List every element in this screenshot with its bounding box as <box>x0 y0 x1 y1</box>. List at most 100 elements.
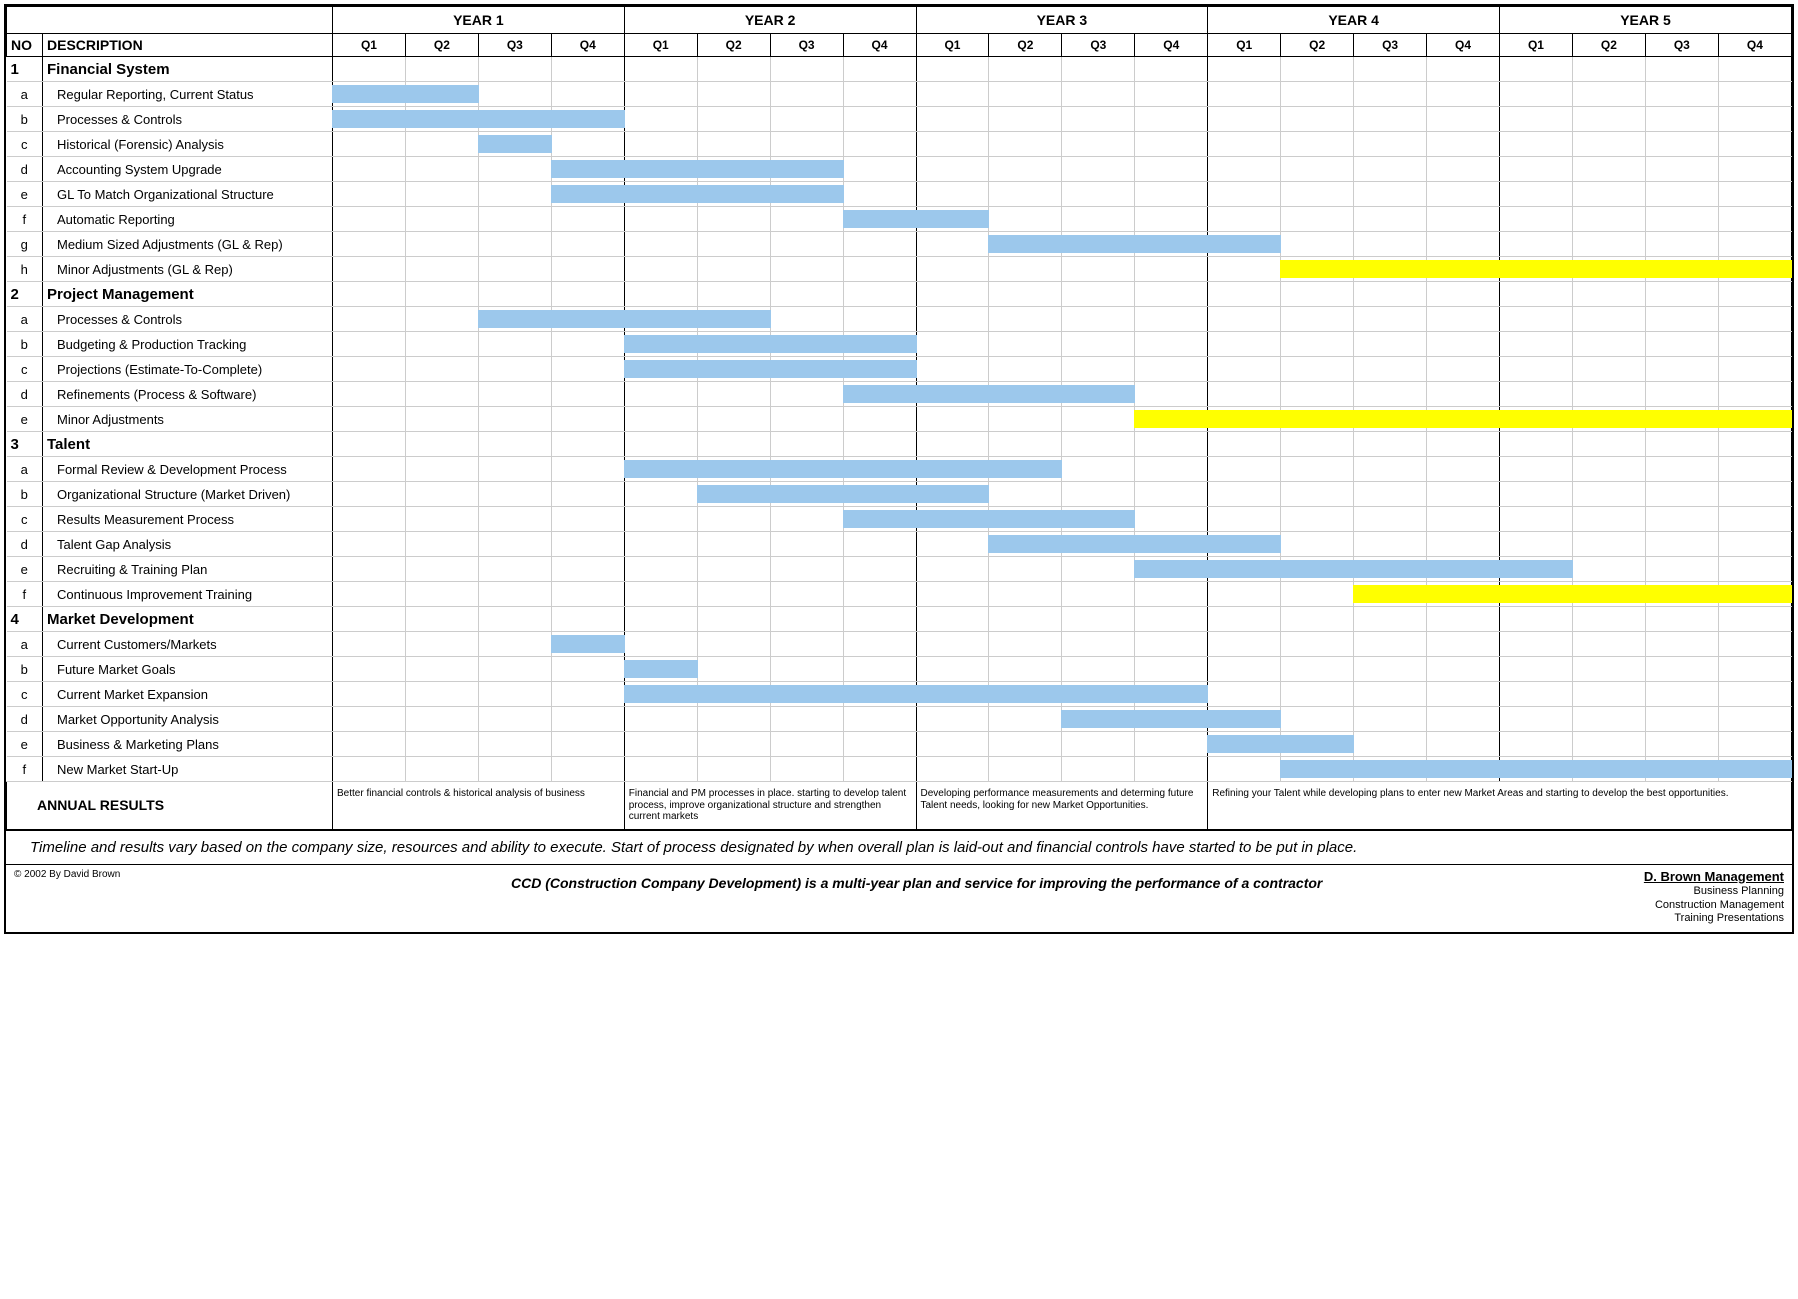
gantt-cell <box>478 357 551 382</box>
gantt-cell <box>989 732 1062 757</box>
gantt-bar <box>1718 585 1792 603</box>
gantt-cell <box>1281 132 1354 157</box>
gantt-cell <box>843 57 916 82</box>
gantt-cell <box>624 532 697 557</box>
gantt-cell <box>624 257 697 282</box>
gantt-cell <box>1645 282 1718 307</box>
task-desc: Minor Adjustments <box>43 407 333 432</box>
gantt-cell <box>551 132 624 157</box>
gantt-cell <box>770 507 843 532</box>
gantt-cell <box>989 57 1062 82</box>
gantt-cell <box>1645 457 1718 482</box>
gantt-cell <box>697 532 770 557</box>
gantt-cell <box>551 307 624 332</box>
gantt-cell <box>624 507 697 532</box>
group-title: Market Development <box>43 607 333 632</box>
gantt-cell <box>551 407 624 432</box>
gantt-cell <box>1135 657 1208 682</box>
gantt-cell <box>916 207 989 232</box>
gantt-cell <box>1135 107 1208 132</box>
gantt-cell <box>1572 232 1645 257</box>
gantt-cell <box>916 282 989 307</box>
task-no: c <box>7 132 43 157</box>
gantt-cell <box>770 482 843 507</box>
gantt-cell <box>843 607 916 632</box>
gantt-cell <box>478 482 551 507</box>
header-q: Q3 <box>1354 34 1427 57</box>
gantt-cell <box>1354 507 1427 532</box>
gantt-bar <box>1499 260 1573 278</box>
gantt-bar <box>1061 510 1135 528</box>
gantt-cell <box>1718 732 1791 757</box>
gantt-cell <box>770 157 843 182</box>
gantt-cell <box>1572 432 1645 457</box>
gantt-cell <box>1645 432 1718 457</box>
gantt-bar <box>697 185 771 203</box>
gantt-cell <box>697 657 770 682</box>
gantt-cell <box>843 632 916 657</box>
gantt-cell <box>1427 382 1500 407</box>
gantt-cell <box>770 82 843 107</box>
gantt-cell <box>1427 207 1500 232</box>
gantt-cell <box>1281 682 1354 707</box>
task-desc: Budgeting & Production Tracking <box>43 332 333 357</box>
gantt-cell <box>1718 432 1791 457</box>
gantt-bar <box>697 335 771 353</box>
gantt-cell <box>989 757 1062 782</box>
gantt-cell <box>1427 132 1500 157</box>
gantt-cell <box>551 232 624 257</box>
gantt-cell <box>1718 107 1791 132</box>
gantt-cell <box>1354 757 1427 782</box>
header-q: Q2 <box>405 34 478 57</box>
gantt-cell <box>551 207 624 232</box>
gantt-cell <box>697 382 770 407</box>
gantt-cell <box>1500 382 1573 407</box>
gantt-bar <box>697 160 771 178</box>
gantt-cell <box>1718 457 1791 482</box>
footnote: Timeline and results vary based on the c… <box>6 830 1792 864</box>
gantt-bar <box>1353 560 1427 578</box>
gantt-bar <box>1280 260 1354 278</box>
gantt-bar <box>697 460 771 478</box>
gantt-cell <box>916 132 989 157</box>
task-no: e <box>7 557 43 582</box>
gantt-cell <box>1135 757 1208 782</box>
gantt-cell <box>1500 482 1573 507</box>
gantt-cell <box>770 532 843 557</box>
gantt-cell <box>1135 157 1208 182</box>
gantt-cell <box>1645 157 1718 182</box>
gantt-cell <box>843 657 916 682</box>
gantt-cell <box>1208 107 1281 132</box>
gantt-cell <box>1354 307 1427 332</box>
gantt-cell <box>1208 632 1281 657</box>
gantt-cell <box>1208 232 1281 257</box>
gantt-cell <box>405 682 478 707</box>
gantt-bar <box>1061 685 1135 703</box>
gantt-cell <box>843 432 916 457</box>
gantt-bar <box>697 360 771 378</box>
gantt-cell <box>1718 357 1791 382</box>
gantt-cell <box>1572 332 1645 357</box>
gantt-cell <box>478 107 551 132</box>
gantt-bar <box>405 85 479 103</box>
gantt-cell <box>1500 82 1573 107</box>
gantt-cell <box>1281 57 1354 82</box>
gantt-cell <box>405 357 478 382</box>
gantt-cell <box>989 282 1062 307</box>
task-desc: GL To Match Organizational Structure <box>43 182 333 207</box>
gantt-cell <box>1281 332 1354 357</box>
gantt-cell <box>1572 607 1645 632</box>
gantt-cell <box>916 682 989 707</box>
gantt-cell <box>624 757 697 782</box>
gantt-cell <box>1062 532 1135 557</box>
gantt-cell <box>1500 332 1573 357</box>
gantt-bar <box>478 310 552 328</box>
gantt-bar <box>1572 260 1646 278</box>
gantt-cell <box>916 707 989 732</box>
gantt-cell <box>770 207 843 232</box>
gantt-cell <box>478 532 551 557</box>
gantt-cell <box>624 182 697 207</box>
gantt-cell <box>1281 657 1354 682</box>
gantt-cell <box>1718 182 1791 207</box>
gantt-cell <box>1208 407 1281 432</box>
